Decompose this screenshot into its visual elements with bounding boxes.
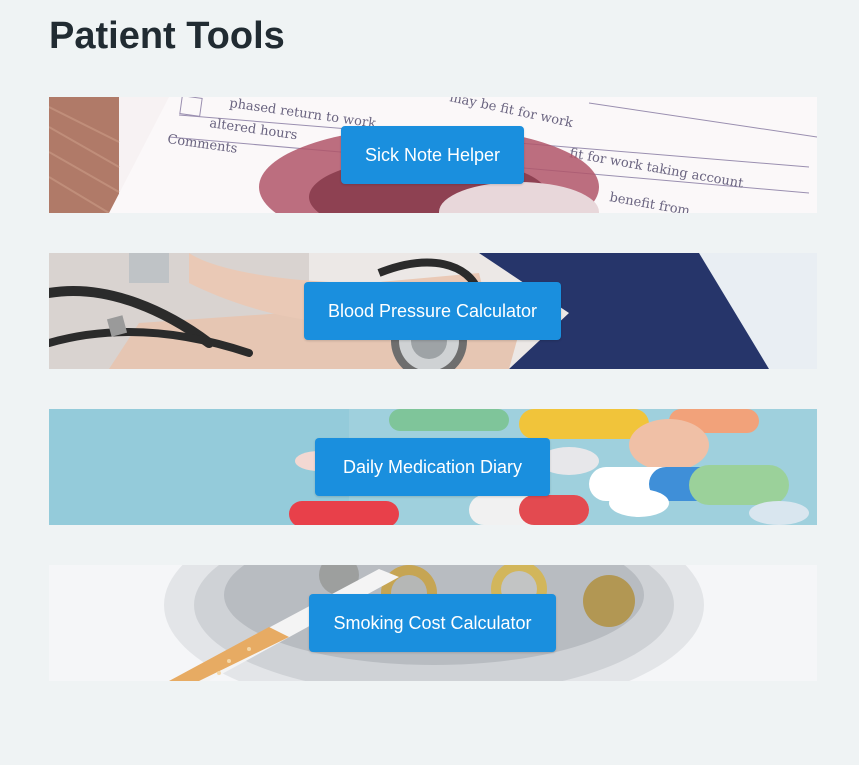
tool-card-blood-pressure-calculator[interactable]: Blood Pressure Calculator xyxy=(49,253,817,369)
smoking-cost-calculator-button[interactable]: Smoking Cost Calculator xyxy=(309,594,556,652)
tool-card-sick-note-helper[interactable]: phased return to work altered hours Comm… xyxy=(49,97,817,213)
tool-card-smoking-cost-calculator[interactable]: Smoking Cost Calculator xyxy=(49,565,817,681)
daily-medication-diary-button[interactable]: Daily Medication Diary xyxy=(315,438,550,496)
sick-note-helper-button[interactable]: Sick Note Helper xyxy=(341,126,524,184)
tool-card-daily-medication-diary[interactable]: Daily Medication Diary xyxy=(49,409,817,525)
page-title: Patient Tools xyxy=(49,15,285,57)
blood-pressure-calculator-button[interactable]: Blood Pressure Calculator xyxy=(304,282,561,340)
